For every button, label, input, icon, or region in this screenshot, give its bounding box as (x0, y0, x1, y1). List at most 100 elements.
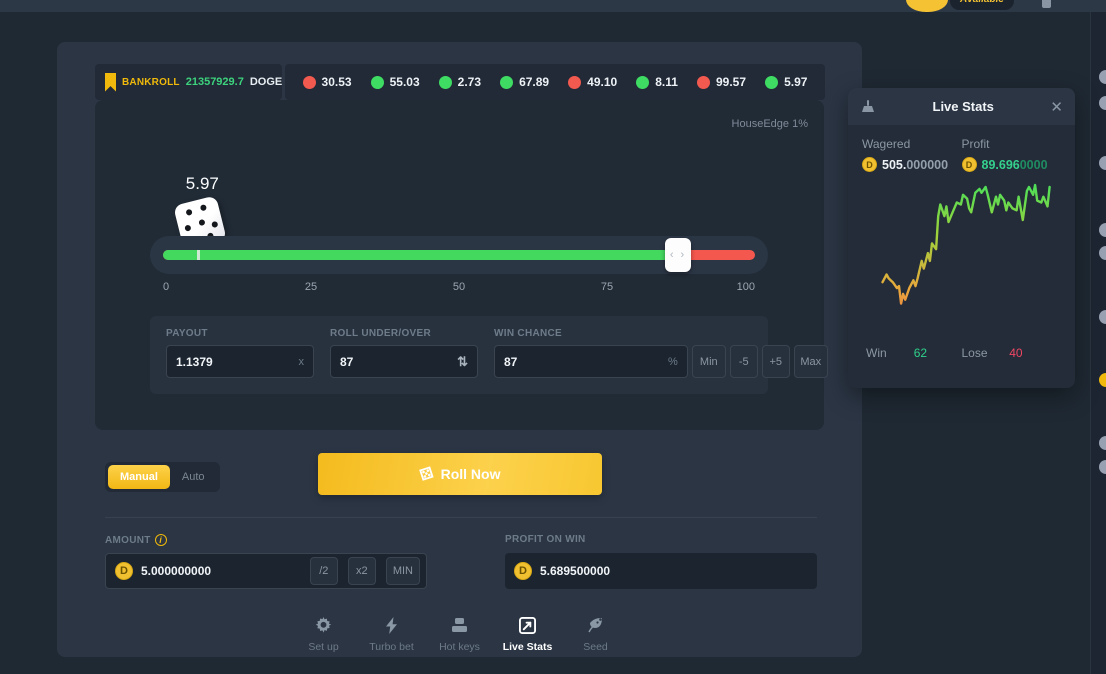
doge-coin-icon: D (862, 157, 877, 172)
section-divider (105, 517, 817, 518)
recent-roll-item[interactable]: 55.03 (371, 75, 420, 89)
amount-field: D /2 x2 MIN (105, 553, 427, 589)
seed-icon (587, 616, 604, 634)
recent-roll-item[interactable]: 67.89 (500, 75, 549, 89)
tab-seed[interactable]: Seed (563, 610, 629, 659)
recent-roll-value: 99.57 (716, 75, 746, 89)
slider-track[interactable]: ‹ › (163, 250, 755, 260)
amount-x2-button[interactable]: x2 (348, 557, 376, 585)
slider-result-tick (197, 250, 200, 260)
wagered-label: Wagered (862, 137, 962, 151)
recent-roll-item[interactable]: 99.57 (697, 75, 746, 89)
win-dot-icon (371, 76, 384, 89)
recent-roll-item[interactable]: 49.10 (568, 75, 617, 89)
tab-label: Hot keys (439, 641, 480, 653)
piggy-bank-icon[interactable] (906, 0, 948, 12)
win-dot-icon (439, 76, 452, 89)
amount-half2-button[interactable]: /2 (310, 557, 338, 585)
win-chance-suffix: % (668, 356, 678, 368)
live-stats-title: Live Stats (876, 99, 1050, 114)
scale-label: 50 (453, 281, 465, 293)
recent-roll-value: 5.97 (784, 75, 807, 89)
bankroll-chip: BANKROLL 21357929.7 DOGE (95, 64, 282, 100)
win-chance--5-button[interactable]: -5 (730, 345, 758, 378)
broom-icon[interactable] (860, 99, 876, 115)
profit-on-win-field: D 5.689500000 (505, 553, 817, 589)
chat-edge-strip (1090, 12, 1106, 674)
slider-scale: 0255075100 (163, 281, 755, 295)
footer-tabs: Set upTurbo bet Hot keys Live Stats Seed (57, 610, 862, 659)
win-dot-icon (765, 76, 778, 89)
amount-label-row: AMOUNT i (105, 534, 167, 546)
profit-on-win-label: PROFIT ON WIN (505, 534, 586, 545)
win-chance-input[interactable] (504, 355, 664, 369)
info-icon[interactable]: i (155, 534, 167, 546)
roll-slider: ‹ › (150, 236, 768, 274)
game-area: HouseEdge 1% 5.97 ‹ › 0255075100 PAYOUT … (95, 100, 824, 430)
win-dot-icon (636, 76, 649, 89)
recent-roll-item[interactable]: 30.53 (303, 75, 352, 89)
amount-input[interactable] (141, 564, 300, 578)
recent-rolls: 30.53 55.03 2.73 67.89 49.10 8.11 99.57 5.97 (285, 64, 825, 100)
swap-under-over-icon[interactable]: ⇅ (457, 354, 468, 370)
doge-coin-icon: D (115, 562, 133, 580)
chat-emoji-dot (1099, 246, 1106, 260)
scale-label: 0 (163, 281, 169, 293)
win-chance-label: WIN CHANCE (494, 328, 828, 339)
win-label: Win (866, 346, 914, 360)
recent-roll-item[interactable]: 8.11 (636, 75, 678, 89)
ribbon-icon (105, 73, 116, 92)
chat-emoji-dot (1099, 156, 1106, 170)
tab-label: Seed (583, 641, 608, 653)
roll-under-over-label: ROLL UNDER/OVER (330, 328, 478, 339)
tab-hot-keys[interactable]: Hot keys (427, 610, 493, 659)
roll-now-label: Roll Now (441, 466, 501, 482)
recent-roll-value: 2.73 (458, 75, 481, 89)
win-count: 62 (914, 346, 962, 360)
bet-fields: PAYOUT x ROLL UNDER/OVER ⇅ WIN CHANCE (150, 316, 768, 394)
payout-input[interactable] (176, 355, 295, 369)
chat-emoji-dot (1099, 223, 1106, 237)
lose-dot-icon (568, 76, 581, 89)
bolt-icon (386, 616, 398, 634)
bankroll-label: BANKROLL (122, 77, 180, 88)
tab-turbo-bet[interactable]: Turbo bet (359, 610, 425, 659)
close-icon[interactable]: ✕ (1050, 98, 1063, 116)
lose-count: 40 (1009, 346, 1057, 360)
mode-auto-button[interactable]: Auto (170, 465, 217, 489)
hotkeys-icon (451, 616, 468, 634)
recent-roll-item[interactable]: 5.97 (765, 75, 807, 89)
last-roll-result: 5.97 (172, 174, 232, 194)
lose-dot-icon (303, 76, 316, 89)
navbar-mini-icon[interactable] (1042, 0, 1051, 8)
recent-roll-item[interactable]: 2.73 (439, 75, 481, 89)
recent-roll-value: 30.53 (322, 75, 352, 89)
amount-min-button[interactable]: MIN (386, 557, 420, 585)
payout-label: PAYOUT (166, 328, 314, 339)
slider-handle[interactable]: ‹ › (665, 238, 691, 272)
win-chance-min-button[interactable]: Min (692, 345, 726, 378)
win-dot-icon (500, 76, 513, 89)
roll-under-over-input[interactable] (340, 355, 453, 369)
top-navbar: Available (0, 0, 1106, 12)
lose-dot-icon (697, 76, 710, 89)
tab-set-up[interactable]: Set up (291, 610, 357, 659)
roll-now-button[interactable]: ⚄ Roll Now (318, 453, 602, 495)
profit-label: Profit (962, 137, 1062, 151)
livestats-icon (519, 616, 536, 634)
win-chance-max-button[interactable]: Max (794, 345, 828, 378)
bankroll-currency: DOGE (250, 76, 282, 88)
chat-emoji-dot (1099, 436, 1106, 450)
die-icon: ⚄ (417, 463, 435, 484)
bet-mode-toggle: ManualAuto (105, 462, 220, 492)
chat-emoji-dot (1099, 460, 1106, 474)
mode-manual-button[interactable]: Manual (108, 465, 170, 489)
recent-roll-value: 8.11 (655, 75, 678, 89)
tab-live-stats[interactable]: Live Stats (495, 610, 561, 659)
profit-chart (862, 176, 1061, 344)
recent-roll-value: 49.10 (587, 75, 617, 89)
win-lose-row: Win 62 Lose 40 (862, 344, 1061, 360)
doge-coin-icon: D (514, 562, 532, 580)
doge-coin-icon: D (962, 157, 977, 172)
win-chance-+5-button[interactable]: +5 (762, 345, 790, 378)
